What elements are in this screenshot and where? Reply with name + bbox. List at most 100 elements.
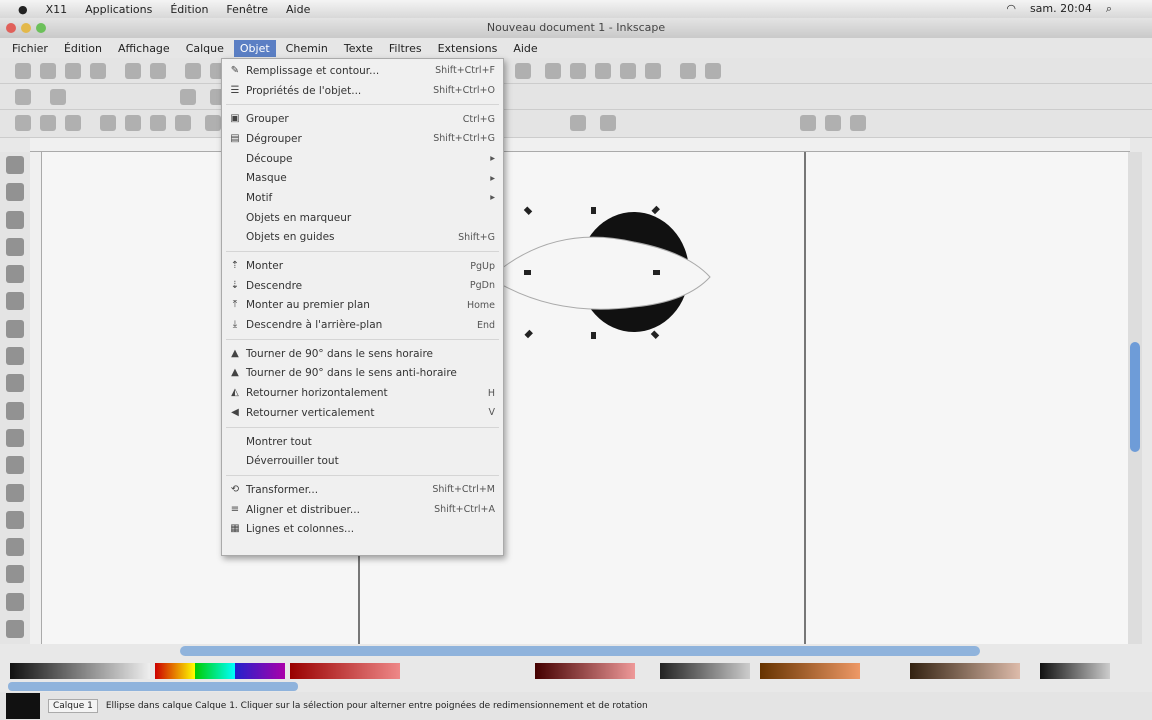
palette-scrollbar[interactable] (8, 682, 298, 691)
zoom-button[interactable] (36, 23, 46, 33)
apple-icon[interactable]: ● (18, 3, 28, 16)
palette-swatch[interactable] (910, 663, 1020, 679)
vertical-scrollbar[interactable] (1128, 152, 1142, 644)
palette-swatch[interactable] (1040, 663, 1110, 679)
clock[interactable]: sam. 20:04 (1030, 2, 1092, 16)
menu-item[interactable]: ⟲ Transformer... Shift+Ctrl+M (222, 480, 503, 500)
menu-item[interactable]: ⇣ Descendre PgDn (222, 276, 503, 296)
palette-swatch[interactable] (535, 663, 635, 679)
toolbar-button-icon[interactable] (90, 63, 106, 79)
toolbar-button-icon[interactable] (570, 63, 586, 79)
toolbar-button-icon[interactable] (595, 63, 611, 79)
menu-item[interactable]: Déverrouiller tout (222, 451, 503, 471)
toolbar-button-icon[interactable] (620, 63, 636, 79)
menu-filtres[interactable]: Filtres (383, 40, 428, 57)
close-button[interactable] (6, 23, 16, 33)
horizontal-scrollbar[interactable] (180, 646, 980, 656)
menu-calque[interactable]: Calque (180, 40, 230, 57)
wifi-icon[interactable]: ◠ (1006, 2, 1016, 16)
toolbar-button-icon[interactable] (180, 89, 196, 105)
drawing[interactable] (497, 202, 757, 362)
mac-menu-edition[interactable]: Édition (170, 3, 208, 16)
toolbar-button-icon[interactable] (515, 63, 531, 79)
menu-item[interactable]: Objets en guides Shift+G (222, 228, 503, 248)
layer-selector[interactable]: Calque 1 (48, 699, 98, 713)
color-palette[interactable] (0, 660, 1152, 682)
canvas[interactable] (42, 152, 1128, 644)
tool-icon[interactable] (6, 319, 24, 338)
menu-item[interactable]: ◭ Retourner horizontalement H (222, 383, 503, 403)
menu-texte[interactable]: Texte (338, 40, 379, 57)
toolbar-button-icon[interactable] (125, 63, 141, 79)
palette-swatch[interactable] (660, 663, 750, 679)
menu-item[interactable]: ◀ Retourner verticalement V (222, 403, 503, 423)
menu-item[interactable]: ⤓ Descendre à l'arrière-plan End (222, 315, 503, 335)
menu-item[interactable]: ▣ Grouper Ctrl+G (222, 109, 503, 129)
tool-icon[interactable] (6, 156, 24, 174)
menu-item[interactable]: Découpe ▸ (222, 149, 503, 169)
menu-aide[interactable]: Aide (507, 40, 543, 57)
menu-item[interactable]: ▲ Tourner de 90° dans le sens horaire (222, 344, 503, 364)
mac-menu-applications[interactable]: Applications (85, 3, 152, 16)
menu-fichier[interactable]: Fichier (6, 40, 54, 57)
palette-swatch[interactable] (195, 663, 235, 679)
palette-swatch[interactable] (235, 663, 285, 679)
toolbar-button-icon[interactable] (15, 63, 31, 79)
mac-menu-x11[interactable]: X11 (46, 3, 68, 16)
tool-icon[interactable] (6, 592, 24, 611)
mac-menu-aide[interactable]: Aide (286, 3, 310, 16)
tool-icon[interactable] (6, 428, 24, 447)
tool-icon[interactable] (6, 292, 24, 311)
toolbar-button-icon[interactable] (705, 63, 721, 79)
tool-icon[interactable] (6, 237, 24, 256)
palette-swatch[interactable] (290, 663, 400, 679)
menu-item[interactable]: ☰ Propriétés de l'objet... Shift+Ctrl+O (222, 81, 503, 101)
horizontal-ruler[interactable] (30, 138, 1130, 152)
toolbar-button-icon[interactable] (125, 115, 141, 131)
tool-icon[interactable] (6, 210, 24, 229)
spotlight-icon[interactable]: ⌕ (1106, 2, 1112, 16)
menu-item[interactable]: ✎ Remplissage et contour... Shift+Ctrl+F (222, 61, 503, 81)
tool-icon[interactable] (6, 347, 24, 366)
palette-swatch[interactable] (10, 663, 150, 679)
tool-icon[interactable] (6, 374, 24, 393)
menu-objet[interactable]: Objet (233, 39, 276, 57)
toolbar-button-icon[interactable] (570, 115, 586, 131)
tool-icon[interactable] (6, 565, 24, 584)
toolbar-button-icon[interactable] (680, 63, 696, 79)
toolbar-button-icon[interactable] (150, 63, 166, 79)
tool-icon[interactable] (6, 401, 24, 420)
menu-item[interactable]: ≡ Aligner et distribuer... Shift+Ctrl+A (222, 500, 503, 520)
toolbar-button-icon[interactable] (645, 63, 661, 79)
toolbar-button-icon[interactable] (850, 115, 866, 131)
toolbar-button-icon[interactable] (600, 115, 616, 131)
toolbar-button-icon[interactable] (825, 115, 841, 131)
menu-item[interactable]: ▤ Dégrouper Shift+Ctrl+G (222, 129, 503, 149)
toolbar-button-icon[interactable] (15, 89, 31, 105)
menu-item[interactable]: Objets en marqueur (222, 208, 503, 228)
palette-swatch[interactable] (155, 663, 195, 679)
tool-icon[interactable] (6, 265, 24, 284)
tool-icon[interactable] (6, 538, 24, 557)
toolbar-button-icon[interactable] (50, 89, 66, 105)
menu-item[interactable]: ▲ Tourner de 90° dans le sens anti-horair… (222, 364, 503, 384)
tool-icon[interactable] (6, 620, 24, 639)
mac-menu-fenetre[interactable]: Fenêtre (226, 3, 268, 16)
toolbar-button-icon[interactable] (185, 63, 201, 79)
tool-icon[interactable] (6, 483, 24, 502)
menu-item[interactable]: ⇡ Monter PgUp (222, 256, 503, 276)
tool-icon[interactable] (6, 183, 24, 202)
toolbar-button-icon[interactable] (65, 63, 81, 79)
tool-icon[interactable] (6, 456, 24, 475)
toolbar-button-icon[interactable] (800, 115, 816, 131)
toolbar-button-icon[interactable] (205, 115, 221, 131)
menu-affichage[interactable]: Affichage (112, 40, 176, 57)
menu-extensions[interactable]: Extensions (432, 40, 504, 57)
toolbar-button-icon[interactable] (15, 115, 31, 131)
menu-item[interactable]: ▦ Lignes et colonnes... (222, 519, 503, 539)
fill-stroke-indicator[interactable] (6, 693, 40, 719)
toolbar-button-icon[interactable] (100, 115, 116, 131)
toolbar-button-icon[interactable] (175, 115, 191, 131)
toolbar-button-icon[interactable] (545, 63, 561, 79)
menu-item[interactable]: Masque ▸ (222, 168, 503, 188)
